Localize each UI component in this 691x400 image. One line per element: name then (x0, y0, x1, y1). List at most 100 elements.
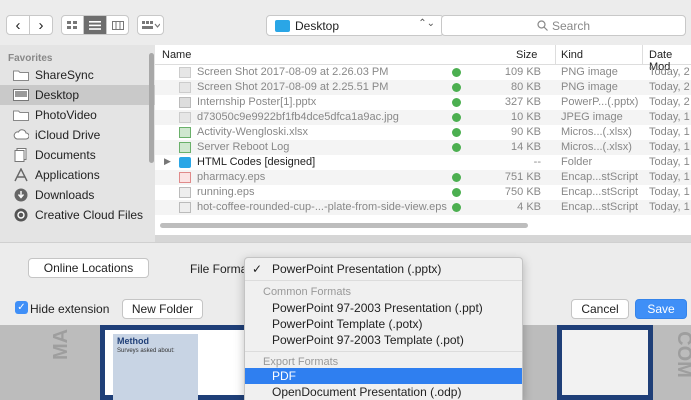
file-name: Activity-Wengloski.xlsx (197, 126, 309, 138)
file-row[interactable]: Screen Shot 2017-08-09 at 2.26.03 PM 109… (155, 65, 691, 80)
file-size: -- (533, 156, 541, 168)
group-options-button[interactable] (137, 15, 164, 35)
poster-column: Method Surveys asked about: (113, 334, 198, 400)
column-header: Name Size Kind Date Mod (155, 45, 691, 73)
file-format-label: File Format (190, 262, 251, 276)
list-view-button[interactable] (84, 16, 107, 34)
sidebar-item-desktop[interactable]: Desktop (0, 85, 155, 105)
file-date: Today, 1 (649, 156, 690, 168)
sidebar-item-creative-cloud-files[interactable]: Creative Cloud Files (0, 205, 155, 225)
file-date: Today, 2 (649, 96, 690, 108)
file-row[interactable]: ▶ HTML Codes [designed] -- Folder Today,… (155, 155, 691, 170)
file-row[interactable]: hot-coffee-rounded-cup-...-plate-from-si… (155, 200, 691, 215)
file-size: 10 KB (511, 111, 541, 123)
poster-text: Surveys asked about: (117, 348, 175, 354)
view-mode-segment (61, 15, 129, 35)
watermark-right: COM (672, 331, 691, 378)
file-name: Screen Shot 2017-08-09 at 2.26.03 PM (197, 66, 389, 78)
menu-item-odp[interactable]: OpenDocument Presentation (.odp) (245, 384, 522, 400)
updown-chevron-icon: ⌃⌄ (418, 18, 435, 29)
eps-file-icon (179, 187, 191, 198)
sidebar-item-photovideo[interactable]: PhotoVideo (0, 105, 155, 125)
sidebar-item-label: ShareSync (35, 68, 94, 82)
file-name: pharmacy.eps (197, 171, 266, 183)
file-size: 750 KB (504, 186, 541, 198)
search-icon (537, 20, 548, 31)
documents-icon (12, 148, 29, 162)
file-kind: PNG image (561, 66, 618, 78)
cancel-button[interactable]: Cancel (571, 299, 629, 319)
sidebar-item-label: iCloud Drive (35, 128, 101, 142)
search-field[interactable]: Search (441, 15, 686, 36)
menu-heading-common: Common Formats (263, 286, 352, 298)
checkmark-icon: ✓ (252, 262, 263, 276)
sidebar-item-downloads[interactable]: Downloads (0, 185, 155, 205)
file-row[interactable]: pharmacy.eps 751 KB Encap...stScript Tod… (155, 170, 691, 185)
file-row[interactable]: Internship Poster[1].pptx 327 KB PowerP.… (155, 95, 691, 110)
menu-item-pdf[interactable]: PDF (245, 368, 522, 384)
file-row[interactable]: Server Reboot Log 14 KB Micros...(.xlsx)… (155, 140, 691, 155)
sidebar-item-applications[interactable]: Applications (0, 165, 155, 185)
column-view-button[interactable] (107, 16, 128, 34)
pptx-file-icon (179, 97, 191, 108)
jpeg-file-icon (179, 112, 191, 123)
sidebar-item-icloud-drive[interactable]: iCloud Drive (0, 125, 155, 145)
file-date: Today, 1 (649, 111, 690, 123)
menu-item-ppt[interactable]: PowerPoint 97-2003 Presentation (.ppt) (245, 300, 522, 316)
sync-ok-icon (452, 83, 461, 92)
file-size: 90 KB (511, 126, 541, 138)
sidebar-item-label: Applications (35, 168, 100, 182)
column-name[interactable]: Name (162, 49, 191, 61)
menu-item-current-format[interactable]: ✓ PowerPoint Presentation (.pptx) (245, 261, 522, 277)
sidebar-item-label: Documents (35, 148, 96, 162)
online-locations-button[interactable]: Online Locations (28, 258, 149, 278)
file-name: hot-coffee-rounded-cup-...-plate-from-si… (197, 201, 447, 213)
new-folder-button[interactable]: New Folder (122, 299, 203, 319)
menu-separator (245, 351, 522, 352)
file-size: 14 KB (511, 141, 541, 153)
column-kind[interactable]: Kind (561, 49, 583, 61)
file-date: Today, 1 (649, 186, 690, 198)
file-kind: Micros...(.xlsx) (561, 141, 632, 153)
sidebar-item-label: Downloads (35, 188, 95, 202)
column-size[interactable]: Size (516, 49, 537, 61)
file-kind: Micros...(.xlsx) (561, 126, 632, 138)
history-buttons: ‹ › (6, 15, 53, 35)
sidebar-item-label: Creative Cloud Files (35, 208, 144, 222)
columns-icon (111, 20, 124, 30)
location-popup[interactable]: Desktop ⌃⌄ (266, 15, 444, 36)
sidebar-scrollbar[interactable] (149, 53, 154, 163)
sidebar-item-sharesync[interactable]: ShareSync (0, 65, 155, 85)
menu-item-potx[interactable]: PowerPoint Template (.potx) (245, 316, 522, 332)
excel-file-icon (179, 142, 191, 153)
file-date: Today, 2 (649, 81, 690, 93)
search-placeholder: Search (551, 18, 591, 33)
sync-ok-icon (452, 98, 461, 107)
folder-icon (12, 109, 29, 122)
applications-icon (12, 168, 29, 182)
file-name: HTML Codes [designed] (197, 156, 316, 168)
file-name: running.eps (197, 186, 255, 198)
downloads-icon (12, 188, 29, 202)
sync-ok-icon (452, 68, 461, 77)
hide-extension-checkbox[interactable]: ✓ (15, 301, 28, 314)
file-row[interactable]: Activity-Wengloski.xlsx 90 KB Micros...(… (155, 125, 691, 140)
back-button[interactable]: ‹ (7, 16, 30, 34)
file-kind: Encap...stScript (561, 171, 639, 183)
file-row[interactable]: running.eps 750 KB Encap...stScript Toda… (155, 185, 691, 200)
hide-extension-label: Hide extension (30, 302, 110, 316)
image-file-icon (179, 82, 191, 93)
file-size: 751 KB (504, 171, 541, 183)
sidebar-item-documents[interactable]: Documents (0, 145, 155, 165)
file-row[interactable]: Screen Shot 2017-08-09 at 2.25.51 PM 80 … (155, 80, 691, 95)
file-row[interactable]: d73050c9e9922bf1fb4dce5dfca1a9ac.jpg 10 … (155, 110, 691, 125)
menu-item-pot[interactable]: PowerPoint 97-2003 Template (.pot) (245, 332, 522, 348)
disclosure-triangle-icon[interactable]: ▶ (164, 156, 171, 167)
icon-view-button[interactable] (62, 16, 84, 34)
scroll-thumb[interactable] (160, 223, 528, 228)
file-kind: Encap...stScript (561, 186, 639, 198)
file-name: Screen Shot 2017-08-09 at 2.25.51 PM (197, 81, 389, 93)
forward-button[interactable]: › (30, 16, 52, 34)
save-button[interactable]: Save (635, 299, 687, 319)
horizontal-scrollbar[interactable] (155, 222, 676, 229)
